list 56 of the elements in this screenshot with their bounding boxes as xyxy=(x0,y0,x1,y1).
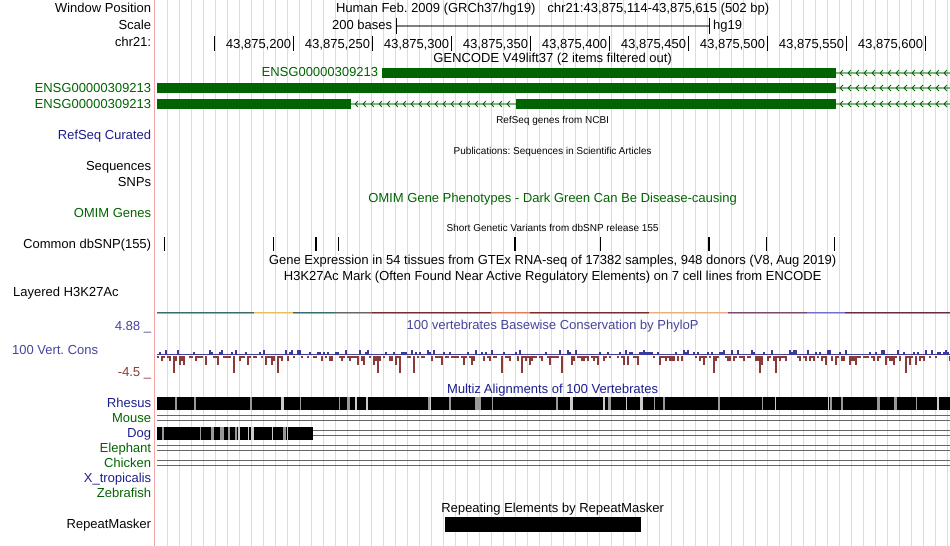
track-title: RefSeq genes from NCBI xyxy=(496,114,609,126)
species-label: Elephant xyxy=(100,441,151,456)
row-label: chr21: xyxy=(114,35,151,50)
track-label: RefSeq Curated xyxy=(58,128,151,143)
species-label: Dog xyxy=(127,426,151,441)
ruler-label: 43,875,550 xyxy=(778,36,847,51)
track-label: RepeatMasker xyxy=(66,516,151,532)
species-label: Chicken xyxy=(104,456,151,471)
ruler-label: 43,875,450 xyxy=(620,36,689,51)
species-label: X_tropicalis xyxy=(84,471,151,486)
ruler-label: 43,875,200 xyxy=(226,36,294,51)
ruler-tick xyxy=(214,36,215,51)
row-label: Scale xyxy=(118,18,151,33)
gene-label: ENSG00000309213 xyxy=(262,65,378,80)
ruler-label: 43,875,350 xyxy=(462,36,531,51)
axis-max-label: 4.88 _ xyxy=(114,319,151,334)
track-label: Sequences xyxy=(86,159,151,174)
snp-tick xyxy=(273,237,274,251)
ruler-label: 43,875,500 xyxy=(700,36,768,51)
ruler-label: 43,875,300 xyxy=(384,36,452,51)
track-label: Layered H3K27Ac xyxy=(13,285,119,300)
track-title: GENCODE V49lift37 (2 items filtered out) xyxy=(433,50,672,66)
snp-tick xyxy=(766,237,767,251)
axis-min-label: -4.5 _ xyxy=(118,364,151,379)
track-label: SNPs xyxy=(118,174,151,190)
track-title: Repeating Elements by RepeatMasker xyxy=(441,501,664,516)
species-label: Mouse xyxy=(112,411,151,426)
gene-label: ENSG00000309213 xyxy=(34,96,151,112)
track-title: H3K27Ac Mark (Often Found Near Active Regulatory Elements) on 7 cell lines from ENCODE xyxy=(284,268,822,284)
species-label: Zebrafish xyxy=(96,486,151,501)
track-title: Multiz Alignments of 100 Vertebrates xyxy=(446,382,658,397)
species-label: Rhesus xyxy=(106,396,151,411)
position-text: chr21:43,875,114-43,875,615 (502 bp) xyxy=(547,1,770,16)
snp-tick xyxy=(514,237,516,251)
snp-tick xyxy=(315,237,317,251)
track-title: OMIM Gene Phenotypes - Dark Green Can Be Disease-causing xyxy=(368,190,737,206)
gene-label: ENSG00000309213 xyxy=(34,80,151,96)
ruler-label: 43,875,400 xyxy=(542,36,610,51)
track-title: 100 vertebrates Basewise Conservation by PhyloP xyxy=(406,318,698,332)
track-title: Gene Expression in 54 tissues from GTEx RNA-seq of 17382 samples, 948 donors (V8, Aug 2019) xyxy=(268,252,836,268)
track-title: Publications: Sequences in Scientific Articles xyxy=(454,146,652,156)
track-label: 100 Vert. Cons xyxy=(12,342,98,358)
ruler-label: 43,875,250 xyxy=(304,36,373,51)
row-label: Window Position xyxy=(54,1,151,16)
snp-tick xyxy=(600,237,601,251)
assembly-title: Human Feb. 2009 (GRCh37/hg19) xyxy=(336,1,536,16)
snp-tick xyxy=(834,237,835,251)
scale-db: hg19 xyxy=(713,18,742,33)
snp-tick xyxy=(338,237,339,251)
scale-length: 200 bases xyxy=(332,18,392,33)
track-label: OMIM Genes xyxy=(74,206,151,221)
ruler-label: 43,875,600 xyxy=(858,36,926,51)
track-label: Common dbSNP(155) xyxy=(23,236,151,252)
snp-tick xyxy=(708,237,710,251)
track-title: Short Genetic Variants from dbSNP release 155 xyxy=(446,223,658,234)
snp-tick xyxy=(164,237,165,251)
